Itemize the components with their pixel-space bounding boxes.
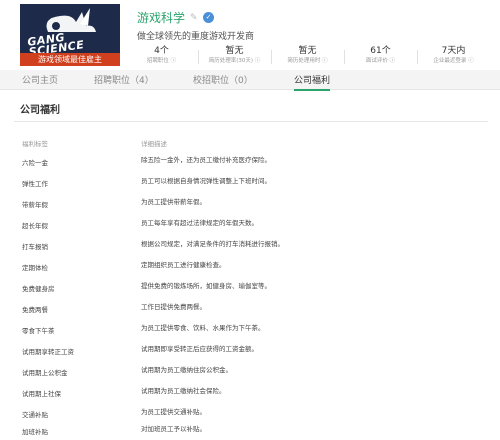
benefit-description: 为员工提供零食、饮料、水果作为下午茶。 xyxy=(141,324,265,332)
benefit-description: 为员工提供带薪年假。 xyxy=(141,198,206,206)
company-header: GANG SCIENCE 游戏领域最佳雇主 游戏科学 ✎ ✓ 做全球领先的重度游… xyxy=(0,0,500,70)
logo-banner: 游戏领域最佳雇主 xyxy=(20,53,120,66)
verified-icon: ✓ xyxy=(203,12,215,23)
benefit-row: 免费健身房 提供免费的锻炼场所，如健身房、瑜伽室等。 xyxy=(0,282,500,303)
company-slogan: 做全球领先的重度游戏开发商 xyxy=(137,32,255,42)
benefit-name: 加班补贴 xyxy=(22,428,48,436)
tab-campus-jobs[interactable]: 校招职位（0） xyxy=(193,73,253,86)
benefit-description: 对加班员工予以补贴。 xyxy=(141,425,206,433)
column-header-name: 福利标签 xyxy=(22,140,48,148)
benefit-description: 定期组织员工进行健康检查。 xyxy=(141,261,226,269)
benefit-row: 加班补贴 对加班员工予以补贴。 xyxy=(0,425,500,440)
stat-last-login[interactable]: 7天内 企业最近登录 ⓘ xyxy=(417,46,490,68)
benefit-row: 打车报销 根据公司规定，对满足条件的打车消耗进行报销。 xyxy=(0,240,500,261)
benefit-name: 打车报销 xyxy=(22,243,48,251)
benefit-description: 员工每年享有超过法律规定的年假天数。 xyxy=(141,219,258,227)
benefit-description: 试用期为员工缴纳社会保险。 xyxy=(141,387,226,395)
company-tabs: 公司主页 招聘职位（4） 校招职位（0） 公司福利 xyxy=(0,70,500,91)
benefit-name: 超长年假 xyxy=(22,222,48,230)
stat-interview-reviews[interactable]: 61个 面试评价 ⓘ xyxy=(344,46,417,68)
benefit-description: 员工可以根据自身情况弹性调整上下班时间。 xyxy=(141,177,271,185)
benefit-name: 带薪年假 xyxy=(22,201,48,209)
tab-jobs[interactable]: 招聘职位（4） xyxy=(94,73,154,86)
benefit-row: 超长年假 员工每年享有超过法律规定的年假天数。 xyxy=(0,219,500,240)
benefit-description: 提供免费的锻炼场所，如健身房、瑜伽室等。 xyxy=(141,282,271,290)
benefit-name: 弹性工作 xyxy=(22,180,48,188)
benefit-name: 试用期享转正工资 xyxy=(22,348,74,356)
company-logo[interactable]: GANG SCIENCE 游戏领域最佳雇主 xyxy=(20,4,120,66)
stat-jobs[interactable]: 4个 招聘职位 ⓘ xyxy=(125,46,198,68)
benefit-description: 工作日提供免费两餐。 xyxy=(141,303,206,311)
edit-icon: ✎ xyxy=(190,12,198,23)
divider xyxy=(14,121,488,122)
benefit-name: 交通补贴 xyxy=(22,411,48,419)
benefit-row: 弹性工作 员工可以根据自身情况弹性调整上下班时间。 xyxy=(0,177,500,198)
panel-title: 公司福利 xyxy=(20,105,60,116)
benefit-row: 免费两餐 工作日提供免费两餐。 xyxy=(0,303,500,324)
stat-resume-time[interactable]: 暂无 简历处理用时 ⓘ xyxy=(271,46,344,68)
benefit-name: 六险一金 xyxy=(22,159,48,167)
benefit-name: 试用期上社保 xyxy=(22,390,61,398)
stat-resume-rate[interactable]: 暂无 简历处理率(30天) ⓘ xyxy=(198,46,271,68)
benefit-row: 试用期上社保 试用期为员工缴纳社会保险。 xyxy=(0,387,500,408)
tab-home[interactable]: 公司主页 xyxy=(22,73,58,86)
benefit-name: 免费两餐 xyxy=(22,306,48,314)
benefit-row: 带薪年假 为员工提供带薪年假。 xyxy=(0,198,500,219)
benefit-description: 除五险一金外，还为员工缴付补充医疗保险。 xyxy=(141,156,271,164)
tab-benefits[interactable]: 公司福利 xyxy=(294,73,331,91)
benefit-name: 试用期上公积金 xyxy=(22,369,68,377)
benefit-name: 免费健身房 xyxy=(22,285,55,293)
company-name[interactable]: 游戏科学 xyxy=(137,9,185,26)
benefit-description: 为员工提供交通补贴。 xyxy=(141,408,206,416)
benefit-name: 零食下午茶 xyxy=(22,327,55,335)
company-name-row: 游戏科学 ✎ ✓ xyxy=(137,9,215,26)
benefit-row: 零食下午茶 为员工提供零食、饮料、水果作为下午茶。 xyxy=(0,324,500,345)
benefit-row: 定期体检 定期组织员工进行健康检查。 xyxy=(0,261,500,282)
benefit-row: 六险一金 除五险一金外，还为员工缴付补充医疗保险。 xyxy=(0,156,500,177)
benefit-row: 试用期享转正工资 试用期即享受转正后应获得的工资金额。 xyxy=(0,345,500,366)
benefit-name: 定期体检 xyxy=(22,264,48,272)
company-stats: 4个 招聘职位 ⓘ 暂无 简历处理率(30天) ⓘ 暂无 简历处理用时 ⓘ 61… xyxy=(125,46,495,68)
benefit-description: 试用期为员工缴纳住房公积金。 xyxy=(141,366,232,374)
benefits-panel: 公司福利 福利标签 详细描述 六险一金 除五险一金外，还为员工缴付补充医疗保险。… xyxy=(0,91,500,440)
benefit-description: 根据公司规定，对满足条件的打车消耗进行报销。 xyxy=(141,240,284,248)
benefit-description: 试用期即享受转正后应获得的工资金额。 xyxy=(141,345,258,353)
benefit-row: 试用期上公积金 试用期为员工缴纳住房公积金。 xyxy=(0,366,500,387)
column-header-description: 详细描述 xyxy=(141,140,167,148)
